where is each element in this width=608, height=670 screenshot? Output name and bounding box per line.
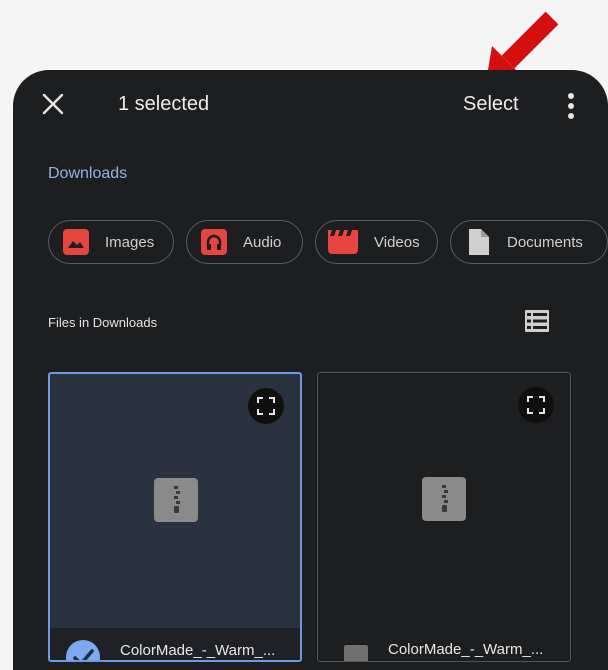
section-title: Files in Downloads	[48, 315, 158, 330]
selection-toolbar: 1 selected Select	[13, 70, 608, 140]
filter-chip-images[interactable]: Images	[48, 220, 174, 264]
file-card-footer: ColorMade_-_Warm_...	[318, 627, 570, 661]
breadcrumb-downloads[interactable]: Downloads	[48, 165, 127, 183]
selected-count-label: 1 selected	[118, 93, 210, 115]
zip-file-icon	[344, 645, 368, 661]
checkmark-icon[interactable]	[66, 640, 100, 660]
filter-chip-label: Videos	[374, 233, 420, 251]
more-options-icon[interactable]	[565, 92, 577, 120]
filter-chip-audio[interactable]: Audio	[186, 220, 303, 264]
expand-icon[interactable]	[248, 388, 284, 424]
zip-archive-icon	[154, 478, 198, 522]
file-card-selected[interactable]: ColorMade_-_Warm_...	[48, 372, 302, 662]
file-card[interactable]: ColorMade_-_Warm_...	[317, 372, 571, 662]
zip-archive-icon	[422, 477, 466, 521]
category-filters: Images Audio Videos Documents	[48, 220, 608, 268]
file-name: ColorMade_-_Warm_...	[388, 641, 544, 658]
headphones-icon	[201, 229, 227, 255]
close-icon[interactable]	[41, 92, 65, 116]
filter-chip-label: Documents	[507, 233, 583, 251]
filter-chip-documents[interactable]: Documents	[450, 220, 608, 264]
filter-chip-label: Images	[105, 233, 155, 251]
phone-screen: 1 selected Select Downloads Images Audio	[13, 70, 608, 670]
image-icon	[63, 229, 89, 255]
file-card-footer: ColorMade_-_Warm_...	[50, 628, 300, 660]
list-view-icon[interactable]	[525, 310, 549, 332]
clapperboard-icon	[328, 230, 358, 254]
select-button[interactable]: Select	[463, 93, 519, 116]
filter-chip-videos[interactable]: Videos	[315, 220, 438, 264]
expand-icon[interactable]	[518, 387, 554, 423]
filter-chip-label: Audio	[243, 233, 282, 251]
document-icon	[465, 229, 491, 255]
file-name: ColorMade_-_Warm_...	[120, 642, 276, 659]
